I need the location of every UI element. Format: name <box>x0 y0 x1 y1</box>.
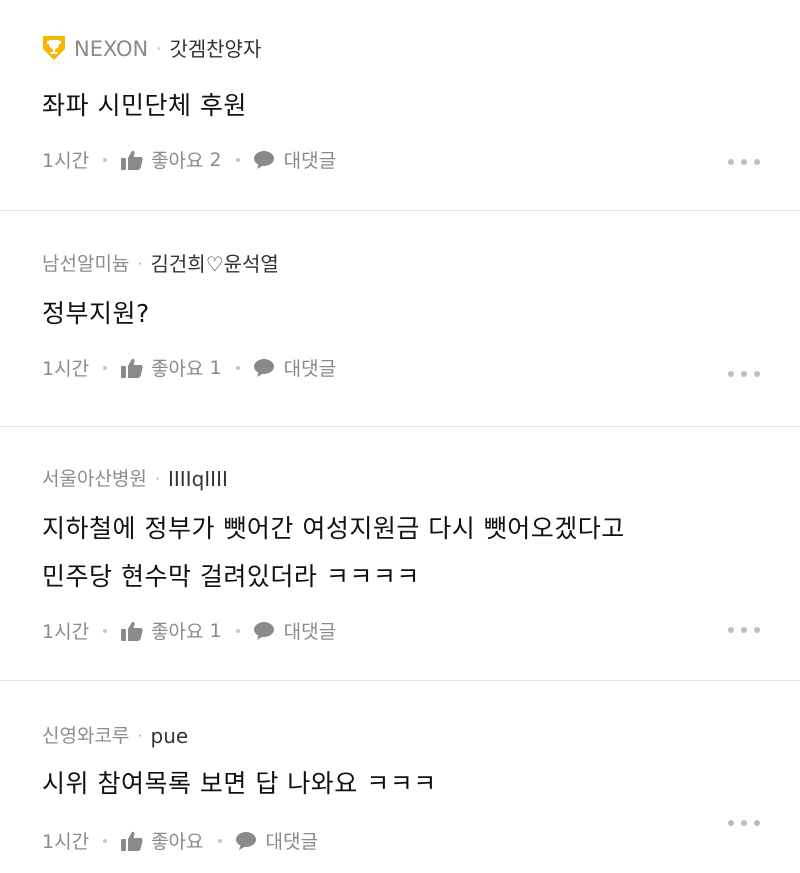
reply-label: 대댓글 <box>283 358 337 380</box>
guild-name[interactable]: 남선알미늄 <box>42 252 129 276</box>
comment-body: 지하철에 정부가 뺏어간 여성지원금 다시 뺏어오겠다고 민주당 현수막 걸려있… <box>42 505 760 601</box>
meta-separator: · <box>156 39 162 58</box>
more-dots-icon <box>728 820 734 826</box>
comment-time: 1시간 <box>42 621 90 643</box>
comment-body-line: 지하철에 정부가 뺏어간 여성지원금 다시 뺏어오겠다고 <box>42 514 625 543</box>
comment-actions: 1시간 좋아요 1 대댓글 <box>42 617 760 644</box>
comment-body-line: 좌파 시민단체 후원 <box>42 91 247 120</box>
reply-button[interactable]: 대댓글 <box>253 617 337 644</box>
speech-bubble-icon <box>235 831 256 850</box>
like-count: 2 <box>209 148 222 171</box>
comment-meta: 신영와코루 · pue <box>42 681 760 748</box>
comment-body: 정부지원? <box>42 290 760 338</box>
comment-actions: 1시간 좋아요 1 대댓글 <box>42 354 760 381</box>
more-options-button[interactable] <box>728 368 760 380</box>
comment-item: 남선알미늄 · 김건희♡윤석열 정부지원? 1시간 좋아요 1 대댓글 <box>0 211 800 427</box>
action-separator <box>217 838 222 843</box>
comment-list: NEXON · 갓겜찬양자 좌파 시민단체 후원 1시간 좋아요 2 대댓글 남… <box>0 0 800 873</box>
more-dots-icon <box>728 371 734 377</box>
meta-separator: · <box>137 726 143 745</box>
comment-meta: 서울아산병원 · IIIIqIIII <box>42 427 760 491</box>
action-separator <box>103 628 108 633</box>
comment-time: 1시간 <box>42 831 90 853</box>
comment-body: 좌파 시민단체 후원 <box>42 82 760 130</box>
thumbs-up-icon <box>121 831 143 851</box>
comment-meta: NEXON · 갓겜찬양자 <box>42 0 760 62</box>
meta-separator: · <box>154 469 160 488</box>
guild-name[interactable]: NEXON <box>74 37 148 61</box>
comment-meta: 남선알미늄 · 김건희♡윤석열 <box>42 211 760 276</box>
more-options-button[interactable] <box>728 817 760 829</box>
meta-separator: · <box>137 254 143 273</box>
comment-body-line: 시위 참여목록 보면 답 나와요 ㅋㅋㅋ <box>42 769 437 798</box>
comment-body-line: 민주당 현수막 걸려있더라 ㅋㅋㅋㅋ <box>42 562 420 591</box>
like-label: 좋아요 <box>151 831 204 853</box>
reply-label: 대댓글 <box>283 621 337 643</box>
comment-item: 서울아산병원 · IIIIqIIII 지하철에 정부가 뺏어간 여성지원금 다시… <box>0 427 800 681</box>
comment-item: 신영와코루 · pue 시위 참여목록 보면 답 나와요 ㅋㅋㅋ 1시간 좋아요 <box>0 681 800 873</box>
comment-item: NEXON · 갓겜찬양자 좌파 시민단체 후원 1시간 좋아요 2 대댓글 <box>0 0 800 211</box>
speech-bubble-icon <box>253 358 274 377</box>
thumbs-up-icon <box>121 358 143 378</box>
action-separator <box>103 157 108 162</box>
more-options-button[interactable] <box>728 156 760 168</box>
reply-label: 대댓글 <box>265 831 318 853</box>
like-label: 좋아요 <box>151 358 204 380</box>
reply-button[interactable]: 대댓글 <box>235 827 318 854</box>
speech-bubble-icon <box>253 150 274 169</box>
comment-actions: 1시간 좋아요 2 대댓글 <box>42 146 760 173</box>
reply-button[interactable]: 대댓글 <box>253 146 337 173</box>
reply-label: 대댓글 <box>283 150 337 172</box>
trophy-icon <box>42 35 66 61</box>
comment-time: 1시간 <box>42 358 90 380</box>
more-dots-icon <box>728 627 734 633</box>
comment-body-line: 정부지원? <box>42 299 150 328</box>
like-count: 1 <box>209 356 222 379</box>
guild-name[interactable]: 신영와코루 <box>42 724 129 748</box>
more-options-button[interactable] <box>728 624 760 636</box>
like-label: 좋아요 <box>151 150 204 172</box>
guild-name[interactable]: 서울아산병원 <box>42 467 147 491</box>
comment-actions: 1시간 좋아요 대댓글 <box>42 827 760 854</box>
like-button[interactable]: 좋아요 <box>121 827 204 854</box>
author-nickname[interactable]: pue <box>151 724 189 748</box>
author-nickname[interactable]: 김건희♡윤석열 <box>151 252 279 276</box>
reply-button[interactable]: 대댓글 <box>253 354 337 381</box>
action-separator <box>103 838 108 843</box>
action-separator <box>235 628 240 633</box>
like-count: 1 <box>209 619 222 642</box>
action-separator <box>235 365 240 370</box>
like-button[interactable]: 좋아요 1 <box>121 354 222 381</box>
more-dots-icon <box>728 159 734 165</box>
thumbs-up-icon <box>121 621 143 641</box>
comment-time: 1시간 <box>42 150 90 172</box>
comment-body: 시위 참여목록 보면 답 나와요 ㅋㅋㅋ <box>42 760 760 808</box>
author-nickname[interactable]: IIIIqIIII <box>168 467 228 491</box>
like-button[interactable]: 좋아요 1 <box>121 617 222 644</box>
thumbs-up-icon <box>121 150 143 170</box>
like-label: 좋아요 <box>151 621 204 643</box>
author-nickname[interactable]: 갓겜찬양자 <box>169 37 261 61</box>
like-button[interactable]: 좋아요 2 <box>121 146 222 173</box>
speech-bubble-icon <box>253 621 274 640</box>
action-separator <box>235 157 240 162</box>
action-separator <box>103 365 108 370</box>
